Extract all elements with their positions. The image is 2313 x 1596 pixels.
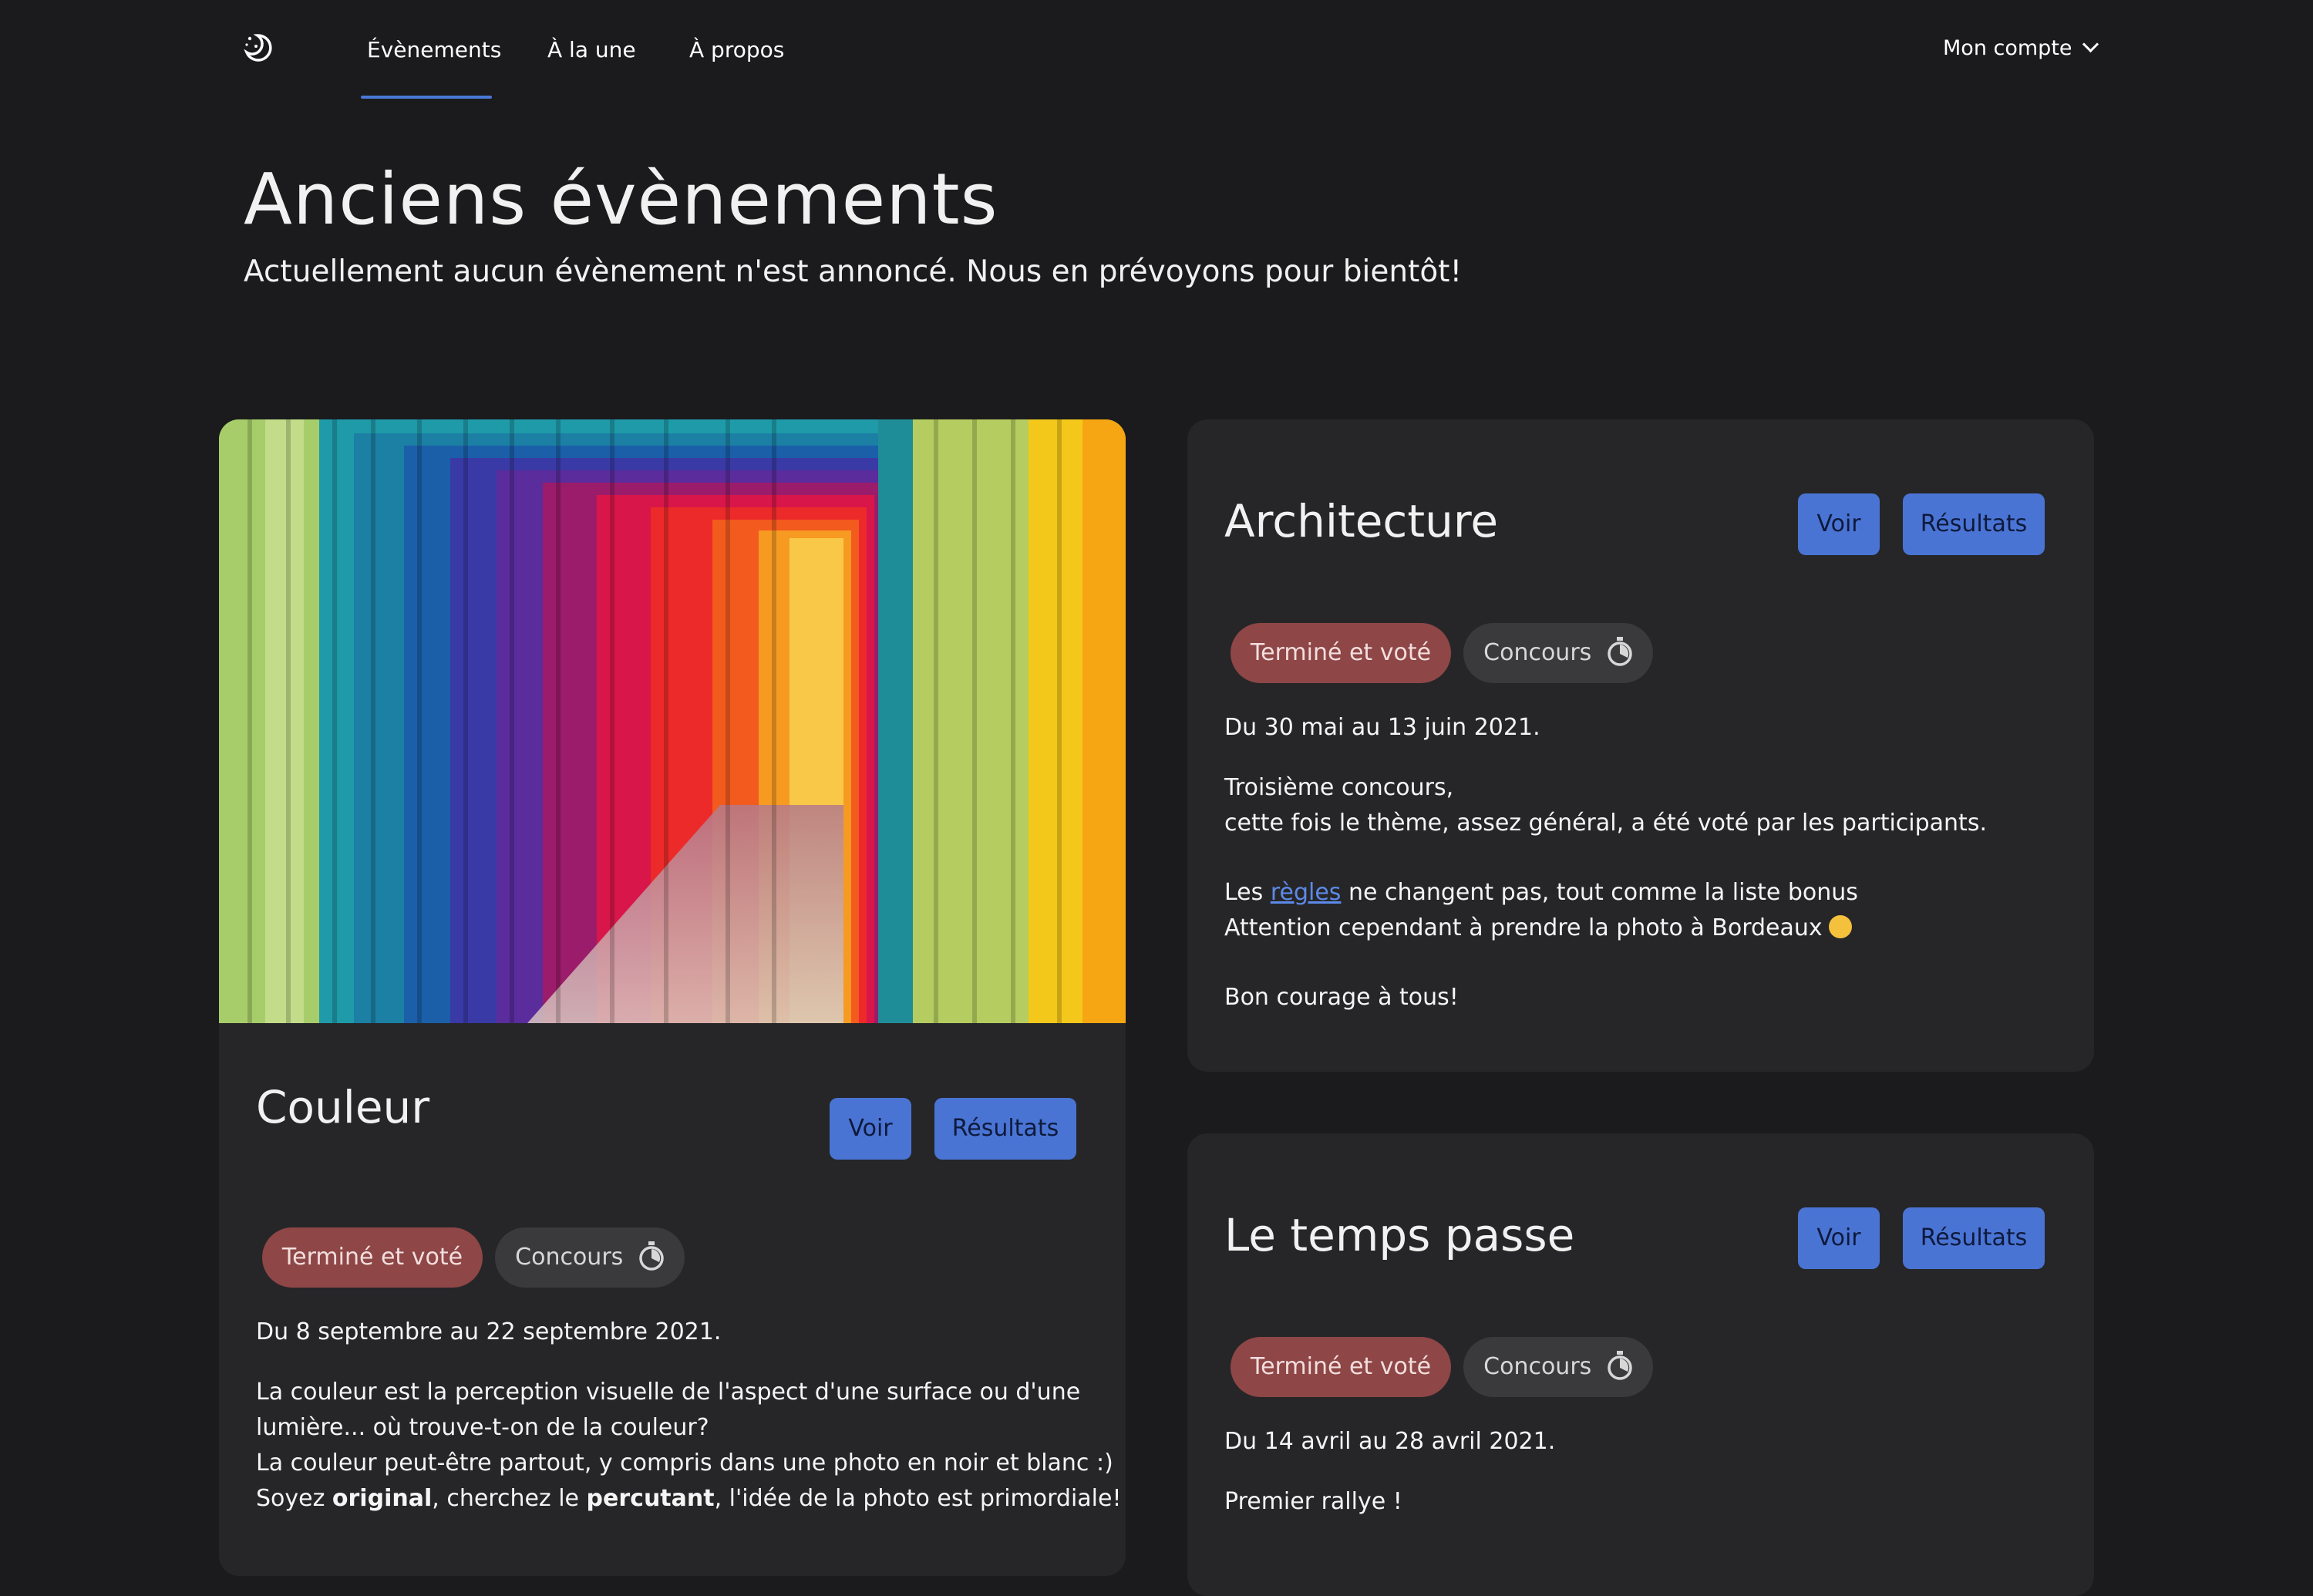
status-badge: Terminé et voté (1231, 623, 1451, 683)
status-badge: Terminé et voté (1231, 1337, 1451, 1397)
nav-item-a-propos[interactable]: À propos (689, 31, 784, 69)
type-badge-label: Concours (1483, 1353, 1592, 1380)
event-title: Le temps passe (1224, 1209, 1575, 1261)
status-badge: Terminé et voté (262, 1227, 483, 1288)
event-card-architecture: Architecture Voir Résultats Terminé et v… (1187, 419, 2094, 1072)
account-label: Mon compte (1943, 36, 2072, 60)
nav-item-evenements[interactable]: Évènements (367, 31, 501, 69)
type-badge-label: Concours (515, 1244, 624, 1271)
account-menu-button[interactable]: Mon compte (1943, 29, 2099, 68)
nav-item-a-la-une[interactable]: À la une (547, 31, 636, 69)
page-subtitle: Actuellement aucun évènement n'est annon… (244, 254, 1463, 289)
nav-active-indicator (361, 96, 492, 99)
event-dates: Du 8 septembre au 22 septembre 2021. (256, 1318, 722, 1345)
type-badge: Concours (1463, 623, 1653, 683)
event-card-le-temps-passe: Le temps passe Voir Résultats Terminé et… (1187, 1133, 2094, 1596)
event-description-line: La couleur est la perception visuelle de… (256, 1379, 1081, 1406)
event-description-line: lumière... où trouve-t-on de la couleur? (256, 1414, 709, 1441)
type-badge: Concours (1463, 1337, 1653, 1397)
event-description-line: Premier rallye ! (1224, 1488, 1402, 1515)
event-description-line: Troisième concours, (1224, 774, 1454, 801)
page-title: Anciens évènements (244, 158, 998, 241)
stopwatch-icon (1608, 636, 1632, 666)
event-description-line: Les règles ne changent pas, tout comme l… (1224, 879, 1858, 906)
chevron-down-icon (2082, 35, 2099, 53)
results-button[interactable]: Résultats (1903, 1207, 2045, 1269)
moon-logo-icon[interactable] (241, 31, 274, 65)
event-description-line: La couleur peut-être partout, y compris … (256, 1450, 1113, 1476)
event-dates: Du 14 avril au 28 avril 2021. (1224, 1428, 1556, 1455)
event-description-line: cette fois le thème, assez général, a ét… (1224, 810, 1987, 837)
rules-link[interactable]: règles (1271, 879, 1342, 906)
event-title: Architecture (1224, 495, 1499, 547)
event-cover-image (219, 419, 1126, 1023)
results-button[interactable]: Résultats (934, 1098, 1076, 1160)
view-button[interactable]: Voir (1798, 1207, 1880, 1269)
event-description-line: Attention cependant à prendre la photo à… (1224, 914, 1852, 941)
event-card-couleur: Couleur Voir Résultats Terminé et voté C… (219, 419, 1126, 1576)
stopwatch-icon (639, 1241, 664, 1271)
event-description-line: Soyez original, cherchez le percutant, l… (256, 1485, 1122, 1512)
smiley-emoji-icon (1828, 914, 1852, 938)
type-badge: Concours (495, 1227, 685, 1288)
view-button[interactable]: Voir (830, 1098, 911, 1160)
type-badge-label: Concours (1483, 639, 1592, 666)
event-description-line: Bon courage à tous! (1224, 984, 1459, 1011)
event-dates: Du 30 mai au 13 juin 2021. (1224, 714, 1540, 741)
navbar: Évènements À la une À propos Mon compte (0, 0, 2313, 100)
results-button[interactable]: Résultats (1903, 493, 2045, 555)
stopwatch-icon (1608, 1350, 1632, 1380)
view-button[interactable]: Voir (1798, 493, 1880, 555)
event-title: Couleur (256, 1081, 430, 1133)
